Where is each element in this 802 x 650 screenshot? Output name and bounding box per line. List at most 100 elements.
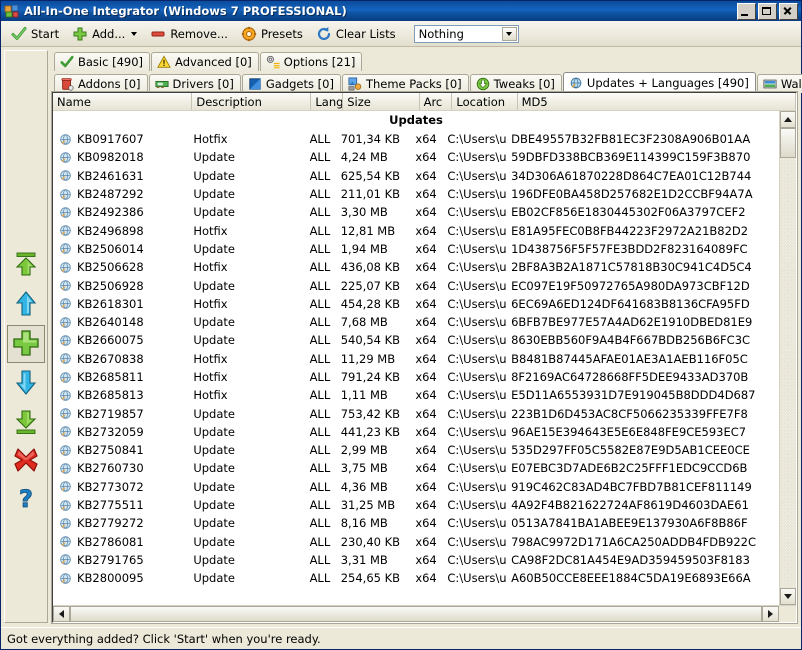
table-row[interactable]: KB2685813 Hotfix ALL 1,11 MB x64 C:\Users\u..… [53,386,779,404]
list-body: Updates KB0917607 Hotfix ALL 701,34 KB x64 C:… [53,111,779,605]
vertical-scrollbar[interactable] [779,111,796,605]
cell-location: C:\Users\u... [447,278,507,293]
table-row[interactable]: KB2618301 Hotfix ALL 454,28 KB x64 C:\Users\u… [53,295,779,313]
cell-name: KB2461631 [53,169,189,183]
horizontal-scrollbar[interactable] [53,605,796,622]
move-to-bottom-button[interactable] [7,403,45,441]
table-row[interactable]: KB0917607 Hotfix ALL 701,34 KB x64 C:\Users\u… [53,130,779,148]
table-row[interactable]: KB2775511 Update ALL 31,25 MB x64 C:\Users\u.… [53,496,779,514]
chevron-down-icon[interactable] [501,26,517,41]
cell-name: KB2492386 [53,205,189,219]
scroll-down-button[interactable] [780,588,796,605]
cell-md5: DBE49557B32FB81EC3F2308A906B01AA [511,132,751,147]
cell-size: 1,11 MB [340,388,388,403]
scroll-up-button[interactable] [780,111,796,128]
cell-size: 7,68 MB [340,315,388,330]
table-row[interactable]: KB2800095 Update ALL 254,65 KB x64 C:\Users\u… [53,569,779,587]
cell-name: KB2618301 [53,297,189,311]
scroll-left-button[interactable] [53,606,70,622]
cell-name: KB2750841 [53,443,189,457]
vertical-scroll-thumb[interactable] [780,128,796,158]
table-row[interactable]: KB2773072 Update ALL 4,36 MB x64 C:\Users\u..… [53,478,779,496]
table-row[interactable]: KB2750841 Update ALL 2,99 MB x64 C:\Users\u..… [53,441,779,459]
cell-size: 31,25 MB [340,498,396,513]
tab-theme-packs[interactable]: Theme Packs [0] [341,74,469,93]
tab-advanced[interactable]: Advanced [0] [151,52,259,71]
table-row[interactable]: KB2791765 Update ALL 3,31 MB x64 C:\Users\u..… [53,551,779,569]
tab-drivers[interactable]: Drivers [0] [148,74,241,93]
tab-addons[interactable]: Addons [0] [54,74,148,93]
column-header-arc[interactable]: Arc [420,93,453,110]
cell-size: 701,34 KB [340,132,401,147]
table-row[interactable]: KB0982018 Update ALL 4,24 MB x64 C:\Users\u..… [53,148,779,166]
column-header-location[interactable]: Location [452,93,518,110]
clear-lists-button[interactable]: Clear Lists [311,23,401,44]
blue-gadget-icon [248,77,262,91]
table-row[interactable]: KB2786081 Update ALL 230,40 KB x64 C:\Users\u… [53,533,779,551]
move-to-top-button[interactable] [7,247,45,285]
main-content: ? Basic [490] Advanced [0] Options [21] … [1,47,802,624]
minimize-button[interactable] [737,2,756,20]
cell-description: Update [193,534,235,549]
cell-name: KB2487292 [53,187,189,201]
table-row[interactable]: KB2492386 Update ALL 3,30 MB x64 C:\Users\u..… [53,203,779,221]
table-row[interactable]: KB2496898 Hotfix ALL 12,81 MB x64 C:\Users\u.… [53,221,779,239]
table-row[interactable]: KB2760730 Update ALL 3,75 MB x64 C:\Users\u..… [53,459,779,477]
maximize-button[interactable] [758,2,777,20]
update-item-icon [59,242,72,255]
tab-wallpapers[interactable]: Wallpapers [0] [756,74,802,93]
table-row[interactable]: KB2487292 Update ALL 211,01 KB x64 C:\Users\u… [53,185,779,203]
column-header-description[interactable]: Description [192,93,312,110]
table-row[interactable]: KB2719857 Update ALL 753,42 KB x64 C:\Users\u… [53,404,779,422]
presets-button[interactable]: Presets [236,23,308,44]
cell-lang: ALL [309,278,331,293]
cell-name: KB2719857 [53,407,189,421]
remove-button[interactable]: Remove... [145,23,233,44]
move-down-button[interactable] [7,364,45,402]
vertical-scroll-track[interactable] [780,158,796,588]
delete-button[interactable] [7,442,45,480]
column-header-lang[interactable]: Lang [311,93,344,110]
table-row[interactable]: KB2779272 Update ALL 8,16 MB x64 C:\Users\u..… [53,514,779,532]
table-row[interactable]: KB2506928 Update ALL 225,07 KB x64 C:\Users\u… [53,276,779,294]
cell-name-label: KB2618301 [77,296,144,311]
blue-question-icon: ? [11,484,41,517]
cell-location: C:\Users\u... [447,241,507,256]
scroll-right-button[interactable] [762,606,779,622]
help-button[interactable]: ? [7,481,45,519]
column-header-size[interactable]: Size [343,93,420,110]
table-row[interactable]: KB2660075 Update ALL 540,54 KB x64 C:\Users\u… [53,331,779,349]
column-header-md5[interactable]: MD5 [518,93,796,110]
chevron-down-icon[interactable] [131,31,138,36]
cell-description: Update [193,406,235,421]
cell-lang: ALL [309,534,331,549]
cell-md5: 535D297FF05C5582E87E9D5AB1CEE0CE [511,443,750,458]
cell-size: 3,31 MB [340,552,388,567]
table-row[interactable]: KB2461631 Update ALL 625,54 KB x64 C:\Users\u… [53,167,779,185]
horizontal-scroll-thumb[interactable] [70,606,762,622]
tab-updates-languages[interactable]: Updates + Languages [490] [562,72,756,93]
table-row[interactable]: KB2685811 Hotfix ALL 791,24 KB x64 C:\Users\u… [53,368,779,386]
table-row[interactable]: KB2732059 Update ALL 441,23 KB x64 C:\Users\u… [53,423,779,441]
cell-name: KB2791765 [53,553,189,567]
tab-drivers-label: Drivers [0] [172,77,234,91]
tab-basic[interactable]: Basic [490] [54,52,151,71]
table-row[interactable]: KB2506014 Update ALL 1,94 MB x64 C:\Users\u..… [53,240,779,258]
add-item-button[interactable] [7,325,45,363]
tab-options[interactable]: Options [21] [259,52,363,71]
tab-tweaks[interactable]: Tweaks [0] [469,74,562,93]
add-button[interactable]: Add... [67,23,142,44]
cell-description: Hotfix [193,223,228,238]
table-row[interactable]: KB2506628 Hotfix ALL 436,08 KB x64 C:\Users\u… [53,258,779,276]
table-row[interactable]: KB2640148 Update ALL 7,68 MB x64 C:\Users\u..… [53,313,779,331]
table-row[interactable]: KB2670838 Hotfix ALL 11,29 MB x64 C:\Users\u.… [53,350,779,368]
preset-combo[interactable]: Nothing [413,24,519,43]
start-button[interactable]: Start [6,23,64,44]
move-up-button[interactable] [7,286,45,324]
cell-description: Update [193,150,235,165]
close-button[interactable] [779,2,798,20]
cell-location: C:\Users\u... [447,552,507,567]
cell-description: Update [193,479,235,494]
tab-gadgets[interactable]: Gadgets [0] [241,74,341,93]
column-header-name[interactable]: Name [53,93,193,110]
